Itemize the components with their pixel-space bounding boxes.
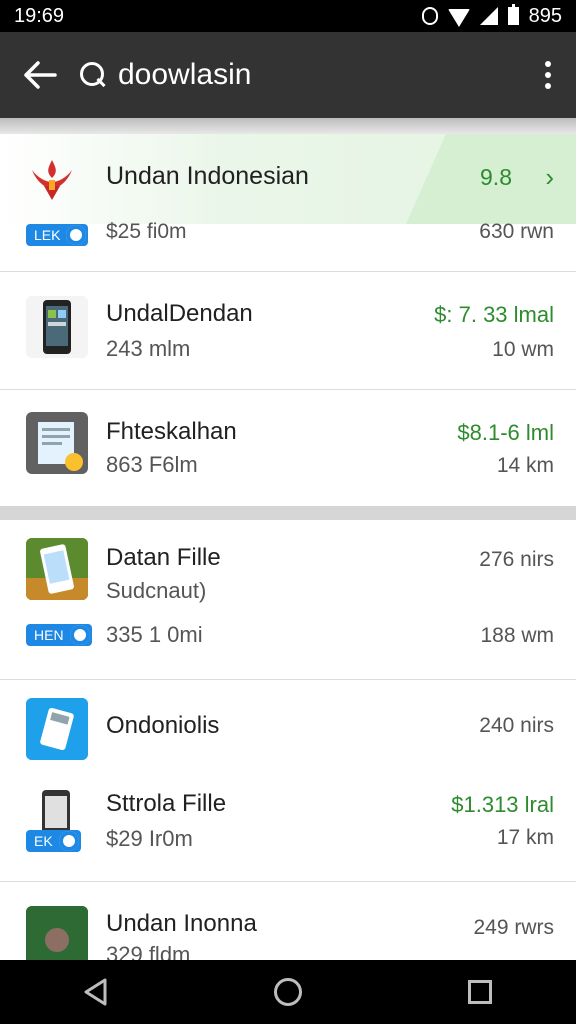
row-subtitle: $29 Ir0m [106, 826, 193, 851]
row-price: $8.1-6 lml [457, 420, 554, 445]
nav-recents-button[interactable] [450, 960, 510, 1024]
section-divider [0, 506, 576, 520]
nav-home-button[interactable] [258, 960, 318, 1024]
row-right-value: 276 nirs [479, 548, 554, 571]
row-subtitle: 243 mlm [106, 336, 191, 361]
row-title: Datan Fille [106, 544, 221, 571]
circle-home-icon [274, 978, 302, 1006]
row-title: Fhteskalhan [106, 418, 237, 445]
highlight-value: 9.8 [480, 164, 512, 190]
row-right-value: 240 nirs [479, 714, 554, 737]
signal-icon [479, 7, 498, 25]
app-bar: doowlasin [0, 32, 576, 118]
list-item[interactable]: UndalDendan 243 mlm $: 7. 33 lmal 10 wm [0, 272, 576, 390]
row-secondary-value: 335 1 0mi [106, 622, 203, 647]
chevron-right-icon[interactable]: › [545, 162, 554, 193]
highlighted-result[interactable]: Undan Indonesian 9.8 › [0, 134, 576, 224]
navigation-bar [0, 960, 576, 1024]
list-item[interactable]: Datan Fille Sudcnaut) HEN 335 1 0mi 276 … [0, 520, 576, 680]
app-bar-shadow [0, 118, 576, 134]
square-recents-icon [468, 980, 492, 1004]
row-distance: 14 km [496, 454, 554, 477]
do-not-disturb-icon [421, 7, 438, 25]
badge: LEK [26, 224, 89, 246]
status-time: 19:69 [14, 4, 65, 27]
row-title: Ondoniolis [106, 712, 220, 739]
garuda-logo-icon [32, 160, 72, 200]
list-item[interactable]: Undan Inonna 329 fldm 249 rwrs [0, 882, 576, 960]
status-bar: 19:69 895 [0, 0, 576, 32]
row-title: UndalDendan [106, 300, 253, 327]
row-right-value: 249 rwrs [473, 916, 554, 939]
row-distance: 17 km [496, 826, 554, 849]
search-icon [80, 62, 106, 88]
search-field[interactable]: doowlasin [80, 58, 520, 92]
row-title: Undan Inonna [106, 910, 257, 937]
list-item[interactable]: LEK $25 fi0m 630 rwn [0, 220, 576, 272]
row-title: Sttrola Fille [106, 790, 227, 817]
badge: HEN [26, 624, 92, 646]
list-item[interactable]: Fhteskalhan 863 F6lm $8.1-6 lml 14 km [0, 390, 576, 506]
row-subtitle: 863 F6lm [106, 452, 198, 477]
status-icons: 895 [421, 4, 562, 28]
document-app-icon [26, 412, 88, 474]
more-dot-icon [545, 83, 551, 89]
phone-app-icon [26, 296, 88, 358]
more-dot-icon [545, 72, 551, 78]
list-item[interactable]: Ondoniolis 240 nirs EK Sttrola Fille $29… [0, 680, 576, 882]
highlight-title: Undan Indonesian [106, 162, 309, 190]
photo-phone-app-icon [26, 538, 88, 600]
row-subtitle: Sudcnaut) [106, 578, 207, 603]
battery-icon [507, 4, 519, 25]
arrow-left-icon [24, 61, 57, 89]
row-subtitle: 329 fldm [106, 942, 191, 960]
row-price: $1.313 lral [451, 792, 554, 817]
more-dot-icon [545, 61, 551, 67]
row-right-value: 630 rwn [479, 220, 554, 243]
row-distance: 10 wm [492, 338, 554, 361]
more-options-button[interactable] [520, 32, 576, 118]
nav-back-button[interactable] [66, 960, 126, 1024]
row-distance: 188 wm [480, 624, 554, 647]
triangle-back-icon [84, 978, 107, 1006]
row-subtitle: $25 fi0m [106, 220, 187, 243]
row-price: $: 7. 33 lmal [434, 302, 554, 327]
calculator-app-icon [26, 698, 88, 760]
battery-text: 895 [528, 4, 562, 27]
back-button[interactable] [0, 32, 80, 118]
badge: EK [26, 830, 81, 852]
wifi-icon [447, 9, 470, 27]
green-app-icon [26, 906, 88, 960]
search-query: doowlasin [118, 58, 252, 91]
